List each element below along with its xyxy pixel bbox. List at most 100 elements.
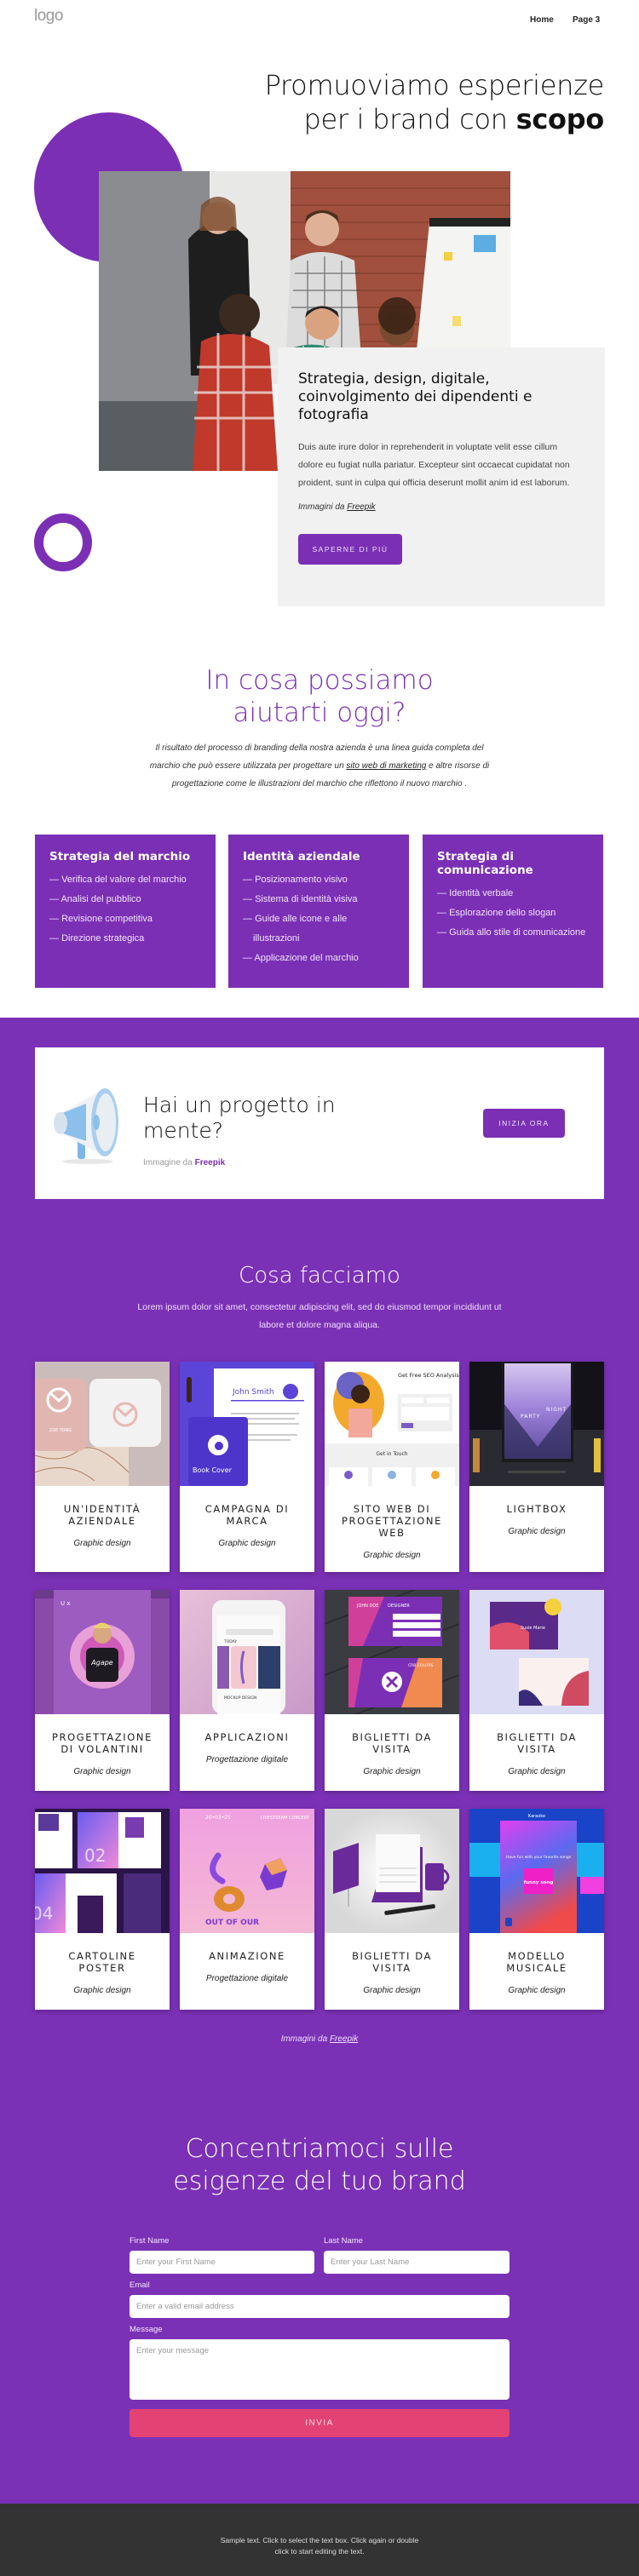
card-subtitle: Graphic design bbox=[363, 1986, 421, 1995]
nav-home[interactable]: Home bbox=[530, 15, 554, 25]
service-item: Identità verbale bbox=[437, 884, 589, 904]
cta-image-credit: Immagine da Freepik bbox=[143, 1158, 225, 1168]
card-thumb-text: funny song bbox=[524, 1880, 554, 1885]
nav-page-3[interactable]: Page 3 bbox=[573, 15, 600, 25]
card-thumbnail: 02 04 bbox=[35, 1809, 170, 1933]
portfolio-card[interactable]: 20•03•21 LIVESTREAM CONCERT OUT OF OUR A… bbox=[180, 1809, 314, 2010]
message-label: Message bbox=[130, 2325, 163, 2334]
card-thumb-text: PARTY bbox=[521, 1414, 540, 1420]
service-box-corporate-identity: Identità aziendale Posizionamento visivo… bbox=[228, 835, 409, 988]
card-thumb-text: Get in Touch bbox=[376, 1451, 407, 1457]
hero-title-bold: scopo bbox=[515, 103, 605, 135]
card-title: LIGHTBOX bbox=[506, 1503, 567, 1515]
svg-text:U x: U x bbox=[60, 1600, 71, 1607]
service-list: Posizionamento visivo Sistema di identit… bbox=[243, 870, 394, 968]
card-thumbnail bbox=[325, 1809, 459, 1933]
hero-title-line2: per i brand con bbox=[303, 103, 516, 135]
start-now-button[interactable]: INIZIA ORA bbox=[483, 1109, 565, 1138]
service-title: Identità aziendale bbox=[243, 850, 360, 863]
hero-image-credit: Immagini da Freepik bbox=[298, 502, 584, 512]
card-title: BIGLIETTI DA VISITA bbox=[352, 1950, 432, 1974]
help-title-line1: In cosa possiamo bbox=[205, 665, 434, 696]
portfolio-card[interactable]: TODAY MOCKUP DESIGN APPLICAZIONI Progett… bbox=[180, 1590, 314, 1791]
credit-prefix: Immagini da bbox=[298, 502, 348, 512]
form-title-line2: esigenze del tuo brand bbox=[173, 2166, 466, 2196]
portfolio-card[interactable]: BIGLIETTI DA VISITA Graphic design bbox=[325, 1809, 459, 2010]
learn-more-button[interactable]: SAPERNE DI PIÙ bbox=[298, 534, 402, 565]
card-subtitle: Progettazione digitale bbox=[205, 1755, 289, 1764]
portfolio-card[interactable]: John Smith Book Cover CAMPAGNA DI MARCA … bbox=[180, 1362, 314, 1572]
card-thumb-text: DESIGNER bbox=[388, 1604, 410, 1609]
freepik-link[interactable]: Freepik bbox=[195, 1158, 226, 1168]
last-name-input[interactable] bbox=[324, 2251, 509, 2274]
card-thumbnail: 20•03•21 LIVESTREAM CONCERT OUT OF OUR bbox=[180, 1809, 314, 1933]
card-title: BIGLIETTI DA VISITA bbox=[352, 1731, 432, 1755]
portfolio-card[interactable]: NIGHT PARTY LIGHTBOX Graphic design bbox=[469, 1362, 604, 1572]
card-thumb-text: Get Free SEO Analysis? bbox=[398, 1372, 459, 1379]
card-thumbnail: TODAY MOCKUP DESIGN bbox=[180, 1590, 314, 1714]
card-thumbnail: JOHN DOE DESIGNER CRB COLORS bbox=[325, 1590, 459, 1714]
card-thumb-text: LIVESTREAM CONCERT bbox=[261, 1816, 310, 1821]
card-title: UN'IDENTITÀ AZIENDALE bbox=[63, 1503, 141, 1527]
footer-text: Sample text. Click to select the text bo… bbox=[220, 2536, 419, 2556]
card-thumb-text: Book Cover bbox=[193, 1466, 233, 1474]
email-input[interactable] bbox=[130, 2295, 509, 2318]
logo[interactable]: logo bbox=[34, 7, 63, 26]
grid-image-credit: Immagini da Freepik bbox=[0, 2034, 639, 2044]
hero-title-line1: Promuoviamo esperienze bbox=[264, 69, 605, 101]
help-section-title: In cosa possiamo aiutarti oggi? bbox=[0, 664, 639, 729]
submit-button[interactable]: INVIA bbox=[130, 2409, 509, 2437]
contact-form-title: Concentriamoci sulle esigenze del tuo br… bbox=[0, 2133, 639, 2198]
form-title-line1: Concentriamoci sulle bbox=[185, 2134, 454, 2164]
cta-title: Hai un progetto in mente? bbox=[143, 1093, 336, 1144]
card-thumbnail: Susie Marie bbox=[469, 1590, 604, 1714]
portfolio-card[interactable]: Agape U x PROGETTAZIONE DI VOLANTINI Gra… bbox=[35, 1590, 170, 1791]
card-thumb-text: MOCKUP DESIGN bbox=[224, 1695, 256, 1701]
portfolio-card[interactable]: Karaoke Have fun with your favorite song… bbox=[469, 1809, 604, 2010]
card-thumbnail: Karaoke Have fun with your favorite song… bbox=[469, 1809, 604, 1933]
card-subtitle: Graphic design bbox=[508, 1986, 566, 1995]
cta-title-line2: mente? bbox=[143, 1118, 224, 1143]
card-title: CARTOLINE POSTER bbox=[68, 1950, 136, 1974]
service-item: Applicazione del marchio bbox=[243, 949, 394, 968]
card-subtitle: Graphic design bbox=[363, 1767, 421, 1776]
card-thumbnail: NIGHT PARTY bbox=[469, 1362, 604, 1486]
portfolio-card[interactable]: ZOE YONG UN'IDENTITÀ AZIENDALE Graphic d… bbox=[35, 1362, 170, 1572]
card-thumb-text: John Smith bbox=[232, 1388, 274, 1397]
card-thumb-text: Karaoke bbox=[528, 1814, 545, 1819]
portfolio-card[interactable]: Get Free SEO Analysis? Get in Touch SITO… bbox=[325, 1362, 459, 1572]
service-item: Posizionamento visivo bbox=[243, 870, 394, 890]
card-thumb-text: ZOE YONG bbox=[49, 1428, 72, 1433]
freepik-link[interactable]: Freepik bbox=[330, 2034, 358, 2044]
card-subtitle: Graphic design bbox=[73, 1767, 131, 1776]
card-thumb-text: JOHN DOE bbox=[356, 1604, 378, 1609]
card-thumb-text: Have fun with your favorite songs bbox=[506, 1855, 572, 1860]
card-thumb-text: Susie Marie bbox=[521, 1626, 545, 1631]
card-title: BIGLIETTI DA VISITA bbox=[497, 1731, 577, 1755]
card-thumb-text: OUT OF OUR bbox=[205, 1919, 259, 1927]
card-title: SITO WEB DI PROGETTAZIONE WEB bbox=[342, 1503, 442, 1539]
card-title: PROGETTAZIONE DI VOLANTINI bbox=[52, 1731, 153, 1755]
portfolio-card[interactable]: Susie Marie BIGLIETTI DA VISITA Graphic … bbox=[469, 1590, 604, 1791]
freepik-link[interactable]: Freepik bbox=[347, 502, 375, 512]
what-we-do-title: Cosa facciamo bbox=[239, 1263, 400, 1288]
portfolio-card[interactable]: JOHN DOE DESIGNER CRB COLORS BIGLIETTI D… bbox=[325, 1590, 459, 1791]
service-item: Analisi del pubblico bbox=[49, 890, 201, 909]
marketing-site-link[interactable]: sito web di marketing bbox=[346, 761, 426, 771]
hero-info-card: Strategia, design, digitale, coinvolgime… bbox=[278, 347, 605, 606]
card-subtitle: Progettazione digitale bbox=[205, 1974, 289, 1983]
service-item: Revisione competitiva bbox=[49, 909, 201, 929]
service-item: Direzione strategica bbox=[49, 929, 201, 949]
message-textarea[interactable] bbox=[130, 2339, 509, 2400]
card-thumbnail: John Smith Book Cover bbox=[180, 1362, 314, 1486]
what-we-do-description: Lorem ipsum dolor sit amet, consectetur … bbox=[137, 1302, 502, 1330]
card-thumb-text: CRB COLORS bbox=[408, 1663, 433, 1668]
card-thumbnail: ZOE YONG bbox=[35, 1362, 170, 1486]
first-name-label: First Name bbox=[130, 2236, 170, 2246]
first-name-input[interactable] bbox=[130, 2251, 314, 2274]
service-item: Guide alle icone e alle illustrazioni bbox=[243, 909, 394, 949]
email-label: Email bbox=[130, 2281, 150, 2290]
portfolio-card[interactable]: 02 04 CARTOLINE POSTER Graphic design bbox=[35, 1809, 170, 2010]
card-title: CAMPAGNA DI MARCA bbox=[204, 1503, 290, 1527]
hero-card-body: Duis aute irure dolor in reprehenderit i… bbox=[298, 442, 570, 488]
